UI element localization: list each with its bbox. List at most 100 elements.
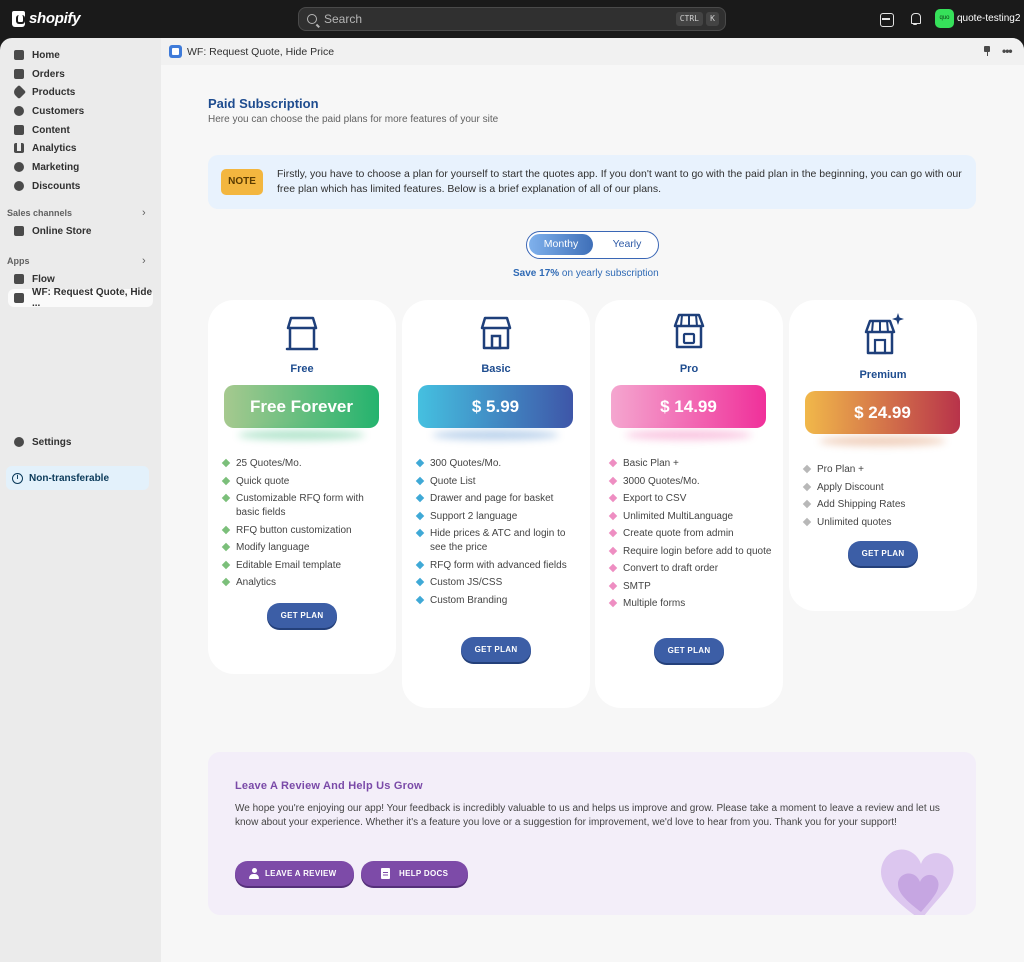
plan-features: 25 Quotes/Mo. Quick quote Customizable R… xyxy=(222,457,387,594)
toggle-monthly[interactable]: Monthy xyxy=(529,234,593,255)
plan-price: $ 5.99 xyxy=(418,385,573,428)
non-transferable-banner[interactable]: i Non-transferable xyxy=(6,466,149,490)
help-docs-button[interactable]: HELP DOCS xyxy=(361,861,468,886)
shortcut-k-key: K xyxy=(706,12,719,26)
bell-icon[interactable] xyxy=(907,11,923,27)
sidebar-item-discounts[interactable]: Discounts xyxy=(8,177,153,195)
sidebar-item-flow[interactable]: Flow xyxy=(8,270,153,288)
note-box: NOTE Firstly, you have to choose a plan … xyxy=(208,155,976,209)
sidebar-item-label: Discounts xyxy=(32,180,81,192)
sidebar-item-label: Marketing xyxy=(32,161,80,173)
feature-item: Require login before add to quote xyxy=(609,545,774,559)
sidebar-item-customers[interactable]: Customers xyxy=(8,102,153,120)
toggle-yearly[interactable]: Yearly xyxy=(599,234,655,255)
feature-item: Support 2 language xyxy=(416,510,581,524)
sales-channels-label: Sales channels xyxy=(7,208,73,218)
price-glow xyxy=(238,430,365,440)
sidebar-item-label: Analytics xyxy=(32,142,77,154)
sidebar-item-content[interactable]: Content xyxy=(8,121,153,139)
bar-chart-icon xyxy=(14,143,24,153)
apps-label: Apps xyxy=(7,256,30,266)
sidebar-item-label: Home xyxy=(32,49,60,61)
sidebar-item-label: Content xyxy=(32,124,70,136)
get-plan-button-pro[interactable]: GET PLAN xyxy=(654,638,724,663)
sidebar: Home Orders Products Customers Content A… xyxy=(0,38,161,962)
feature-item: Export to CSV xyxy=(609,492,774,506)
store-icon xyxy=(285,316,319,351)
get-plan-button-free[interactable]: GET PLAN xyxy=(267,603,337,628)
app-icon xyxy=(169,45,182,58)
feature-item: RFQ form with advanced fields xyxy=(416,559,581,573)
sidebar-item-label: Customers xyxy=(32,105,85,117)
feature-item: Quote List xyxy=(416,475,581,489)
plan-name: Pro xyxy=(679,363,699,375)
inbox-icon[interactable] xyxy=(878,11,894,27)
shopify-bag-icon xyxy=(12,10,25,27)
chevron-right-icon[interactable]: › xyxy=(142,255,146,267)
gear-icon xyxy=(14,437,24,447)
more-icon[interactable]: ••• xyxy=(1002,44,1013,58)
flow-icon xyxy=(14,274,24,284)
feature-item: Quick quote xyxy=(222,475,387,489)
sidebar-item-label: Products xyxy=(32,86,76,98)
sidebar-item-home[interactable]: Home xyxy=(8,46,153,64)
plan-price: $ 24.99 xyxy=(805,391,960,434)
sidebar-item-label: Flow xyxy=(32,273,55,285)
content-icon xyxy=(14,125,24,135)
shopify-logo[interactable]: shopify xyxy=(12,10,81,27)
feature-item: Customizable RFQ form with basic fields xyxy=(222,492,387,520)
sidebar-item-label: Settings xyxy=(32,436,72,448)
leave-review-button[interactable]: LEAVE A REVIEW xyxy=(235,861,354,886)
sidebar-item-products[interactable]: Products xyxy=(8,83,153,101)
feature-item: SMTP xyxy=(609,580,774,594)
sidebar-item-orders[interactable]: Orders xyxy=(8,65,153,83)
feature-item: Pro Plan + xyxy=(803,463,968,477)
plan-price: Free Forever xyxy=(224,385,379,428)
note-text: Firstly, you have to choose a plan for y… xyxy=(277,168,962,195)
feature-item: Custom Branding xyxy=(416,594,581,608)
feature-item: RFQ button customization xyxy=(222,524,387,538)
feature-item: Unlimited MultiLanguage xyxy=(609,510,774,524)
top-bar: shopify Search CTRL K quo quote-testing2 xyxy=(0,0,1024,38)
person-icon xyxy=(14,106,24,116)
store-avatar[interactable]: quo xyxy=(935,9,954,28)
feature-item: Multiple forms xyxy=(609,597,774,611)
get-plan-button-premium[interactable]: GET PLAN xyxy=(848,541,918,566)
leave-review-label: LEAVE A REVIEW xyxy=(265,869,337,878)
app-icon xyxy=(14,293,24,303)
help-docs-label: HELP DOCS xyxy=(399,869,449,878)
store-icon xyxy=(14,226,24,236)
plan-features: Basic Plan + 3000 Quotes/Mo. Export to C… xyxy=(609,457,774,615)
plan-card-free: Free Free Forever 25 Quotes/Mo. Quick qu… xyxy=(208,300,396,674)
sidebar-item-analytics[interactable]: Analytics xyxy=(8,139,153,157)
sidebar-item-app-request-quote[interactable]: WF: Request Quote, Hide ... xyxy=(8,287,153,309)
plan-card-pro: Pro $ 14.99 Basic Plan + 3000 Quotes/Mo.… xyxy=(595,300,783,708)
sidebar-item-label: Online Store xyxy=(32,225,92,237)
price-glow xyxy=(625,430,752,440)
price-glow xyxy=(819,436,946,446)
sidebar-item-label: Orders xyxy=(32,68,65,80)
feature-item: 25 Quotes/Mo. xyxy=(222,457,387,471)
review-title: Leave A Review And Help Us Grow xyxy=(235,780,423,792)
info-icon: i xyxy=(12,472,23,484)
plan-price: $ 14.99 xyxy=(611,385,766,428)
plan-name: Premium xyxy=(859,369,907,381)
sidebar-item-marketing[interactable]: Marketing xyxy=(8,158,153,176)
plan-card-premium: Premium $ 24.99 Pro Plan + Apply Discoun… xyxy=(789,300,977,611)
plan-name: Basic xyxy=(481,363,511,375)
pin-icon[interactable] xyxy=(983,46,991,56)
chevron-right-icon[interactable]: › xyxy=(142,207,146,219)
feature-item: Analytics xyxy=(222,576,387,590)
search-input[interactable]: Search CTRL K xyxy=(298,7,726,31)
review-text: We hope you're enjoying our app! Your fe… xyxy=(235,803,940,828)
sidebar-item-online-store[interactable]: Online Store xyxy=(8,222,153,240)
feature-item: Editable Email template xyxy=(222,559,387,573)
main-area: WF: Request Quote, Hide Price ••• Paid S… xyxy=(161,38,1024,962)
target-icon xyxy=(14,162,24,172)
feature-item: Basic Plan + xyxy=(609,457,774,471)
get-plan-button-basic[interactable]: GET PLAN xyxy=(461,637,531,662)
search-placeholder: Search xyxy=(324,12,363,26)
store-name[interactable]: quote-testing2 xyxy=(957,13,1020,24)
plan-card-basic: Basic $ 5.99 300 Quotes/Mo. Quote List D… xyxy=(402,300,590,708)
sidebar-item-settings[interactable]: Settings xyxy=(8,433,153,451)
